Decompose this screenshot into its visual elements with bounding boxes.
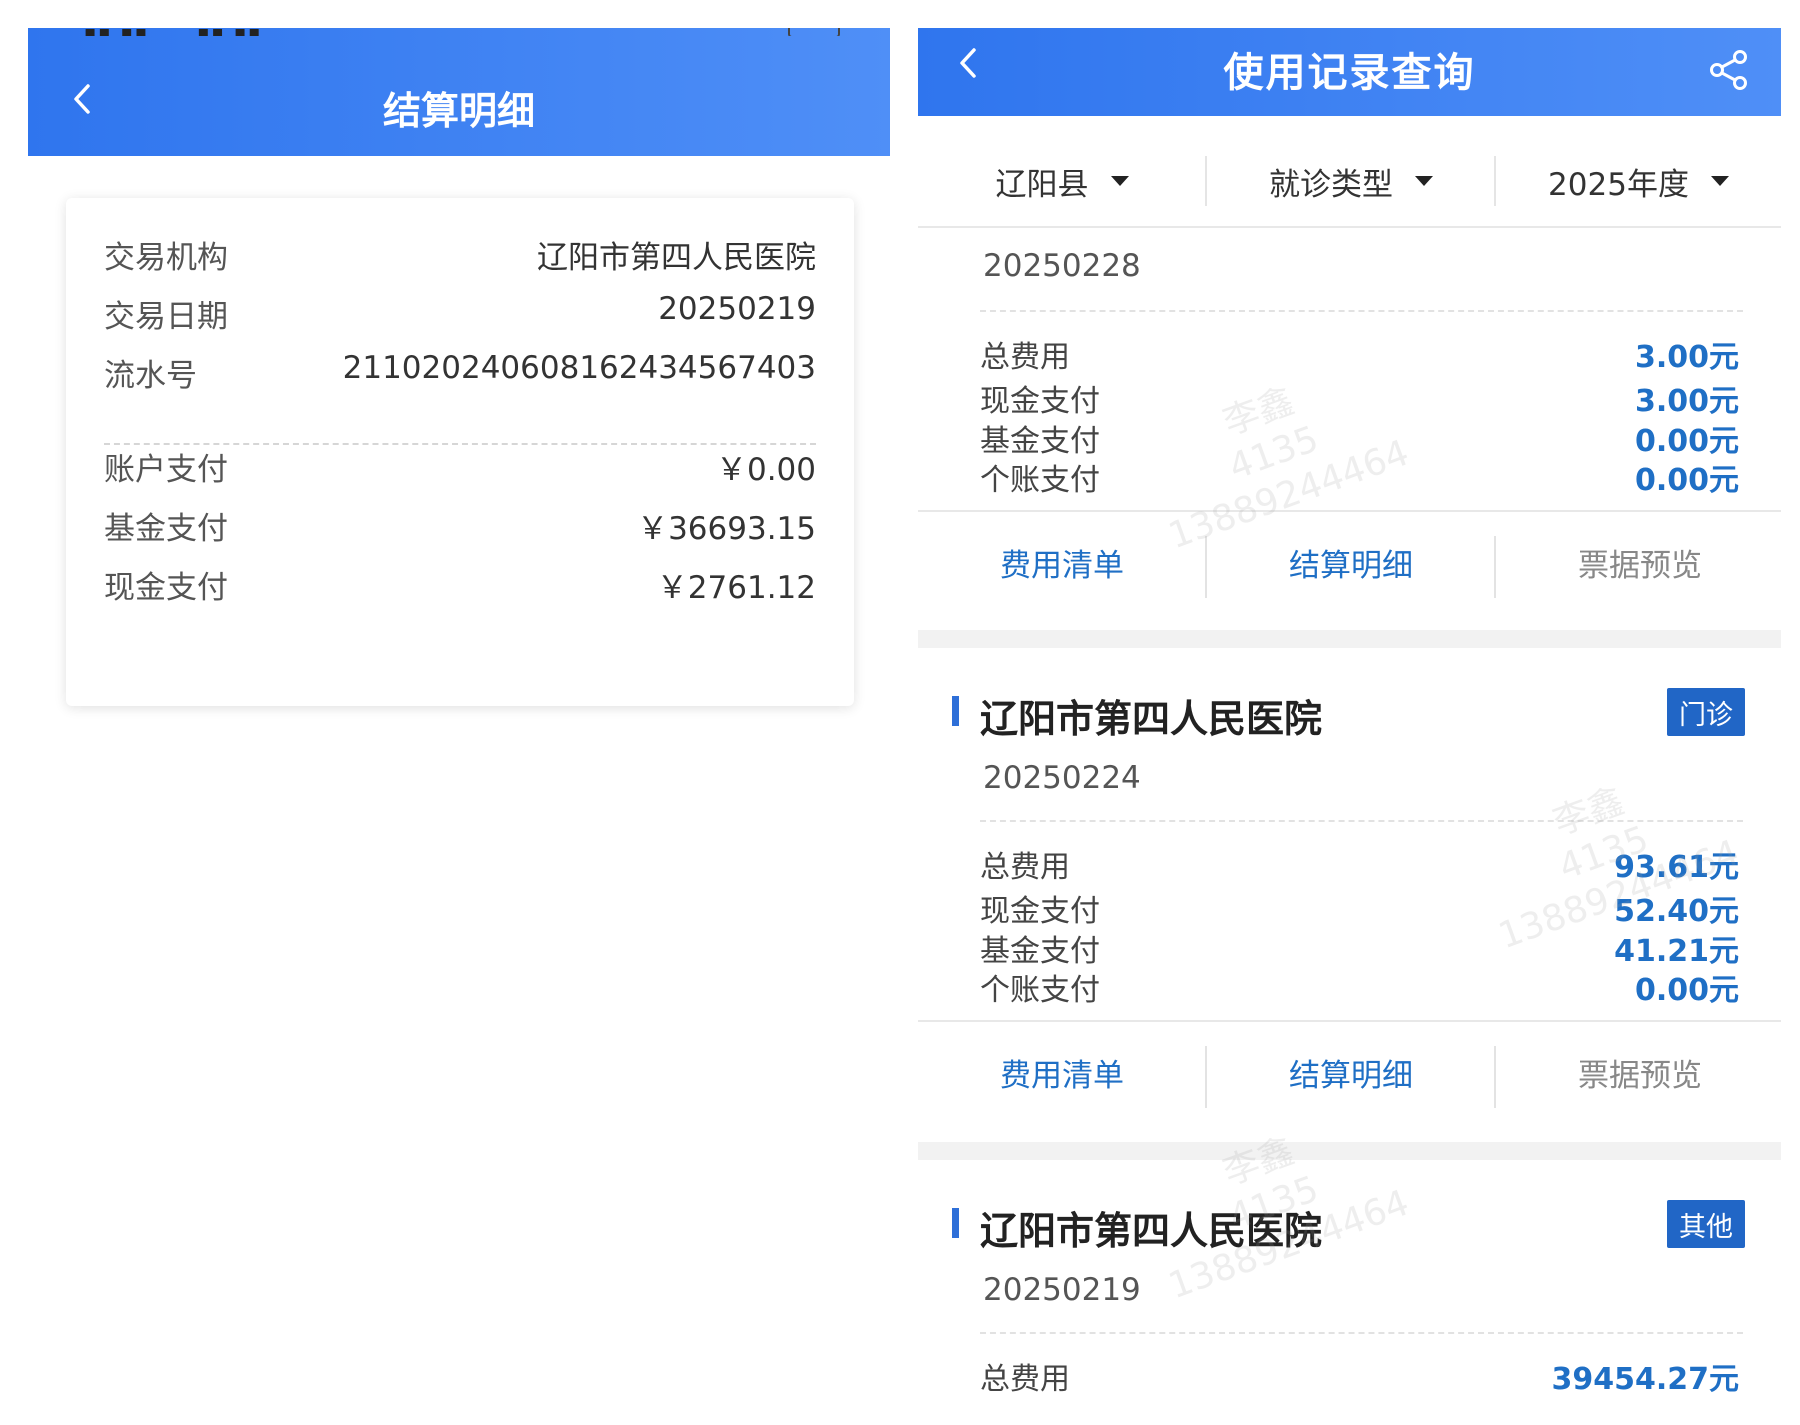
institution-value: 辽阳市第四人民医院 — [537, 240, 816, 276]
settlement-detail-button[interactable]: 结算明细 — [1207, 512, 1495, 612]
fee-list-button[interactable]: 费用清单 — [918, 512, 1206, 612]
record-action-bar: 费用清单 结算明细 票据预览 — [918, 1020, 1781, 1126]
trade-date-value: 20250219 — [658, 291, 816, 327]
fee-row: 个账支付 0.00元 — [980, 455, 1739, 498]
visit-type-filter[interactable]: 就诊类型 — [1207, 136, 1495, 226]
record-hospital: 辽阳市第四人民医院 — [980, 1209, 1323, 1253]
institution-label: 交易机构 — [104, 240, 228, 276]
year-filter[interactable]: 2025年度 — [1496, 136, 1781, 226]
cash-pay-value: ￥2761.12 — [656, 570, 816, 606]
fee-value: 3.00元 — [1634, 384, 1739, 419]
right-header: 使用记录查询 — [918, 28, 1781, 116]
record-divider — [980, 820, 1743, 822]
fee-list-button[interactable]: 费用清单 — [918, 1022, 1206, 1122]
serial-number-row: 流水号 211020240608162434567403 — [104, 350, 816, 394]
record-accent-bar — [952, 696, 959, 726]
account-pay-label: 账户支付 — [104, 452, 228, 488]
fee-row: 总费用 39454.27元 — [980, 1354, 1739, 1397]
fee-value: 93.61元 — [1614, 850, 1739, 885]
fee-value: 41.21元 — [1614, 934, 1739, 969]
record-date: 20250219 — [983, 1272, 1141, 1308]
record-gap — [918, 630, 1781, 648]
visit-type-badge: 其他 — [1667, 1200, 1745, 1248]
fee-value: 3.00元 — [1634, 340, 1739, 375]
region-filter[interactable]: 辽阳县 — [918, 136, 1206, 226]
fund-pay-row: 基金支付 ￥36693.15 — [104, 503, 816, 547]
caret-down-icon — [1415, 176, 1433, 186]
fee-value: 0.00元 — [1634, 424, 1739, 459]
fee-row: 现金支付 52.40元 — [980, 886, 1739, 929]
fee-label: 总费用 — [980, 850, 1070, 885]
record-divider — [980, 1332, 1743, 1334]
record-date: 20250224 — [983, 760, 1141, 796]
fee-label: 基金支付 — [980, 424, 1100, 459]
fee-row: 个账支付 0.00元 — [980, 965, 1739, 1008]
serial-number-label: 流水号 — [104, 358, 197, 394]
fee-label: 总费用 — [980, 340, 1070, 375]
page-title: 使用记录查询 — [1223, 50, 1476, 96]
record-action-bar: 费用清单 结算明细 票据预览 — [918, 510, 1781, 616]
fee-row: 现金支付 3.00元 — [980, 376, 1739, 419]
fee-row: 基金支付 41.21元 — [980, 926, 1739, 969]
left-header: ▪▪ ▪▪ ▂▂ ▪▪ ▪▪ 结算明细 — [28, 28, 890, 156]
fund-pay-label: 基金支付 — [104, 511, 228, 547]
fee-label: 基金支付 — [980, 934, 1100, 969]
status-bar: ▪▪ ▪▪ ▂▂ ▪▪ ▪▪ — [28, 28, 890, 36]
region-filter-label: 辽阳县 — [995, 166, 1089, 203]
trade-date-row: 交易日期 20250219 — [104, 291, 816, 335]
usage-record-screen: 使用记录查询 辽阳县 就诊类型 2025年度 20250228 总费用 3.00… — [918, 28, 1781, 1420]
fee-label: 个账支付 — [980, 973, 1100, 1008]
visit-type-badge: 门诊 — [1667, 688, 1745, 736]
trade-date-label: 交易日期 — [104, 299, 228, 335]
serial-number-value: 211020240608162434567403 — [342, 350, 816, 386]
fee-label: 总费用 — [980, 1362, 1070, 1397]
record-hospital: 辽阳市第四人民医院 — [980, 697, 1323, 741]
caret-down-icon — [1110, 176, 1129, 186]
receipt-preview-button[interactable]: 票据预览 — [1496, 512, 1781, 612]
settlement-detail-button[interactable]: 结算明细 — [1207, 1022, 1495, 1122]
watermark-name: 李鑫 — [1217, 1130, 1300, 1194]
fee-label: 现金支付 — [980, 894, 1100, 929]
fee-row: 基金支付 0.00元 — [980, 416, 1739, 459]
share-icon[interactable] — [1707, 48, 1751, 92]
institution-row: 交易机构 辽阳市第四人民医院 — [104, 232, 816, 276]
record-divider — [980, 310, 1743, 312]
fee-row: 总费用 3.00元 — [980, 332, 1739, 375]
account-pay-row-inner: 账户支付 ￥0.00 — [104, 444, 816, 488]
fee-value: 39454.27元 — [1551, 1362, 1739, 1397]
account-pay-value: ￥0.00 — [715, 452, 816, 488]
fee-label: 现金支付 — [980, 384, 1100, 419]
fee-row: 总费用 93.61元 — [980, 842, 1739, 885]
record-gap — [918, 1142, 1781, 1160]
watermark-name: 李鑫 — [1547, 780, 1630, 844]
settlement-card: 交易机构 辽阳市第四人民医院 交易日期 20250219 流水号 2110202… — [66, 198, 854, 706]
fee-value: 52.40元 — [1614, 894, 1739, 929]
visit-type-filter-label: 就诊类型 — [1269, 166, 1393, 203]
fee-value: 0.00元 — [1634, 973, 1739, 1008]
caret-down-icon — [1710, 176, 1729, 186]
fee-value: 0.00元 — [1634, 463, 1739, 498]
page-title: 结算明细 — [382, 89, 535, 133]
cash-pay-row: 现金支付 ￥2761.12 — [104, 562, 816, 606]
fund-pay-value: ￥36693.15 — [637, 511, 816, 547]
year-filter-label: 2025年度 — [1548, 166, 1689, 203]
filter-bar: 辽阳县 就诊类型 2025年度 — [918, 136, 1781, 228]
cash-pay-label: 现金支付 — [104, 570, 228, 606]
fee-label: 个账支付 — [980, 463, 1100, 498]
record-accent-bar — [952, 1208, 959, 1238]
record-date: 20250228 — [983, 248, 1141, 284]
receipt-preview-button[interactable]: 票据预览 — [1496, 1022, 1781, 1122]
settlement-detail-screen: ▪▪ ▪▪ ▂▂ ▪▪ ▪▪ 结算明细 交易机构 辽阳市第四人民医院 交易日期 … — [28, 28, 890, 1420]
